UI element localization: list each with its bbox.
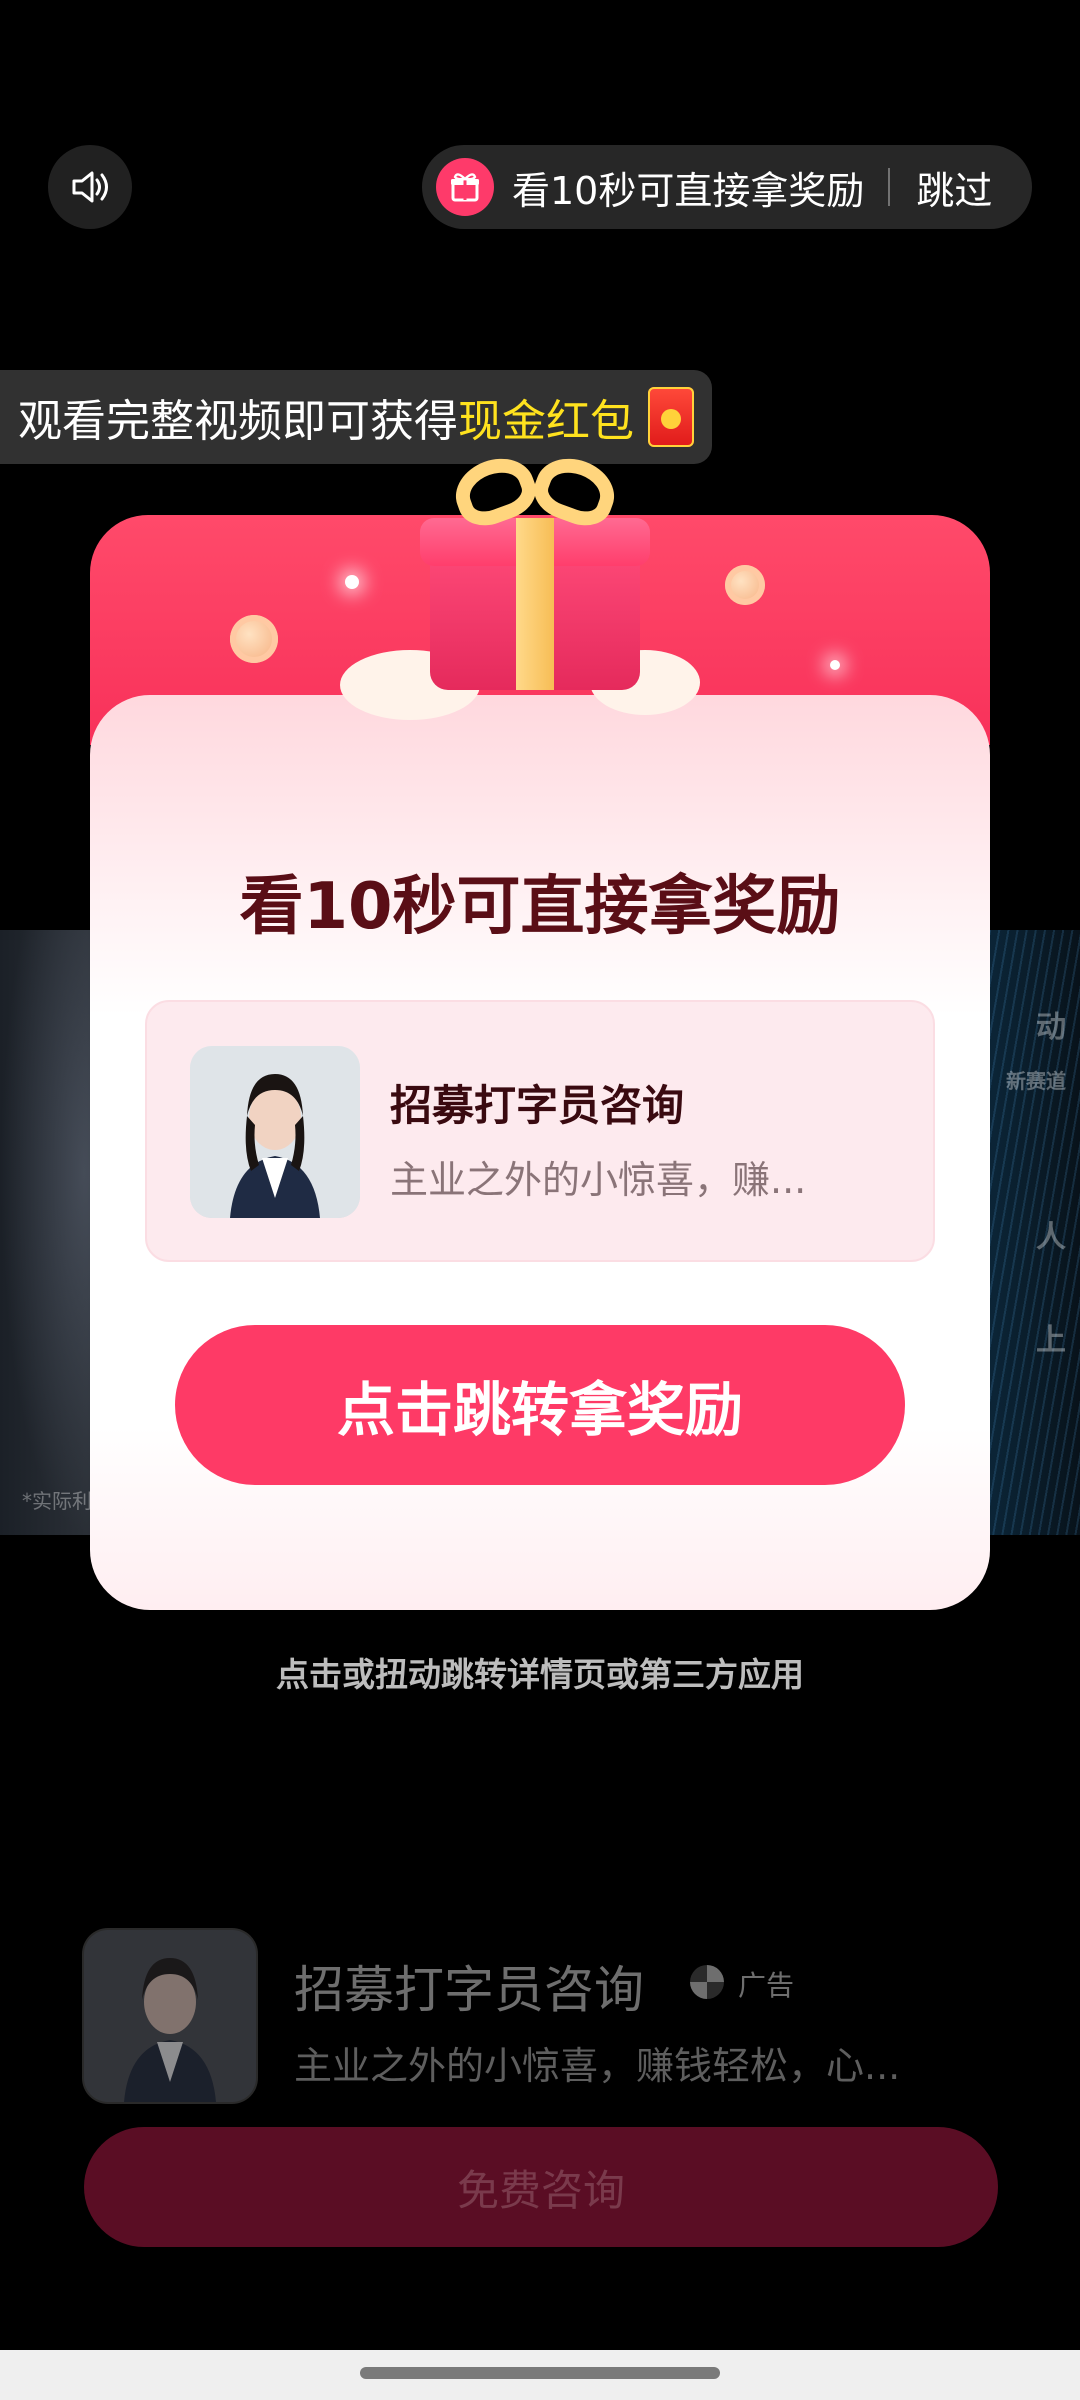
ad-avatar [190,1046,360,1218]
ad-title: 招募打字员咨询 [390,1081,685,1130]
red-envelope-icon [648,387,694,447]
skip-button[interactable]: 跳过 [916,160,992,215]
ad-platform-icon [690,1965,724,1999]
free-consult-button[interactable]: 免费咨询 [84,2127,998,2247]
ad-info-card[interactable]: 招募打字员咨询 主业之外的小惊喜，赚... [145,1000,935,1262]
video-footnote: *实际利 [22,1489,92,1513]
modal-title: 看10秒可直接拿奖励 [239,870,841,944]
video-text-2: 新赛道 [1006,1069,1066,1093]
coin-decoration [230,615,278,663]
video-text-3: 人 [1036,1220,1066,1255]
pill-divider [888,168,891,206]
gift-icon [436,158,494,216]
banner-highlight: 现金红包 [458,396,634,447]
video-text-1: 动 [1036,1010,1066,1045]
speaker-icon [72,171,108,203]
bottom-ad-description: 主业之外的小惊喜，赚钱轻松，心... [294,2044,901,2088]
reward-banner: 观看完整视频即可获得 现金红包 [0,370,712,464]
video-text-4: 上 [1036,1323,1066,1358]
coin-decoration [725,565,765,605]
sound-toggle-button[interactable] [48,145,132,229]
reward-countdown-pill: 看10秒可直接拿奖励 跳过 [422,145,1032,229]
jump-hint-text: 点击或扭动跳转详情页或第三方应用 [276,1655,804,1694]
banner-text: 观看完整视频即可获得 [18,396,458,447]
claim-reward-button[interactable]: 点击跳转拿奖励 [175,1325,905,1485]
ad-description: 主业之外的小惊喜，赚... [390,1158,807,1202]
bottom-ad-title[interactable]: 招募打字员咨询 [294,1950,644,2022]
ad-tag: 广告 [738,1969,795,2002]
gift-box-illustration [420,448,650,700]
sparkle-decoration [830,660,840,670]
reward-countdown-text: 看10秒可直接拿奖励 [512,168,865,213]
sparkle-decoration [345,575,359,589]
gift-ribbon [516,518,554,690]
reward-ad-screen: *实际利 动 新赛道 人 上 看10秒可直接拿奖励 跳过 观看完整视频即可获得 … [0,0,1080,2400]
home-gesture-bar[interactable] [360,2367,720,2379]
bottom-ad-avatar[interactable] [84,1930,256,2102]
